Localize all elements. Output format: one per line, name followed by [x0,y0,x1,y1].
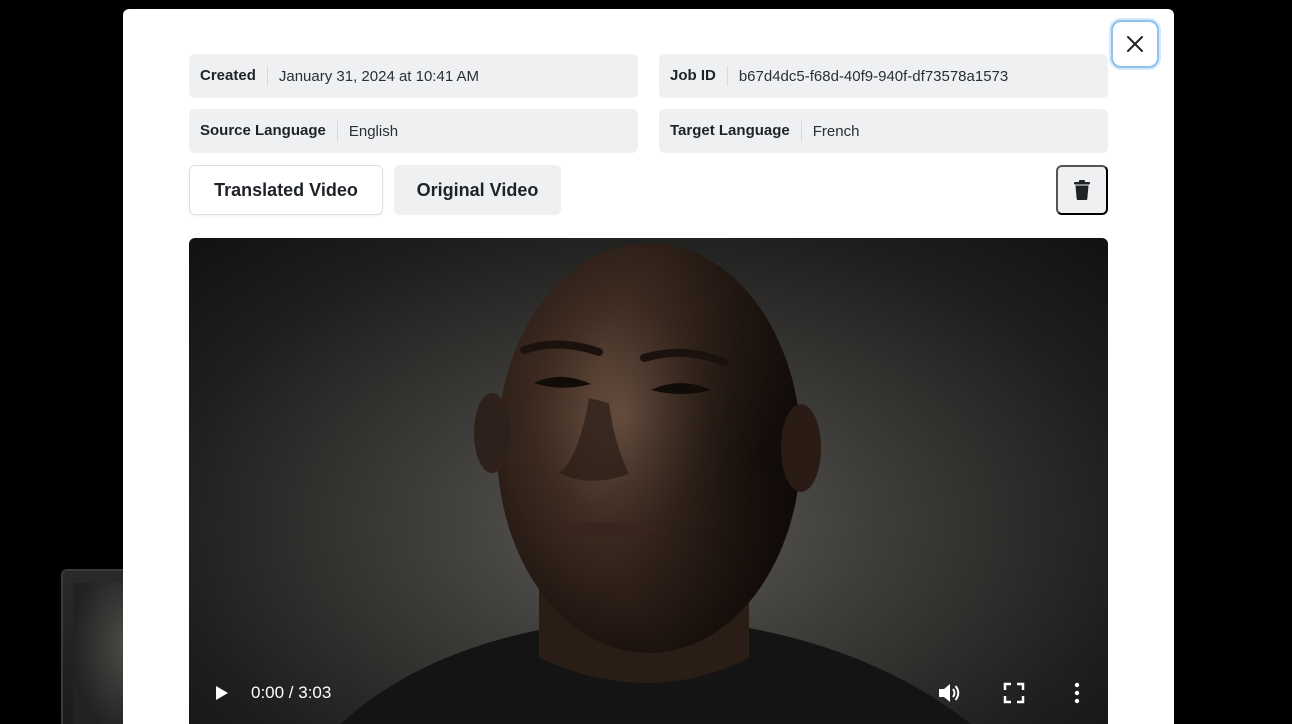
delete-job-button[interactable] [1056,165,1108,215]
source-language-value: English [348,122,399,140]
play-icon[interactable] [211,683,231,703]
volume-icon[interactable] [937,681,963,705]
target-language-value: French [812,122,860,140]
source-language-field: Source Language English [189,109,638,153]
video-controls: 0:00 / 3:03 [189,673,1108,713]
target-language-field: Target Language French [659,109,1108,153]
trash-icon [1074,180,1090,200]
job-details-modal: Created January 31, 2024 at 10:41 AM Job… [123,9,1174,724]
more-vertical-icon[interactable] [1069,682,1085,704]
target-language-label: Target Language [659,121,802,141]
fullscreen-icon[interactable] [1003,682,1025,704]
job-id-value: b67d4dc5-f68d-40f9-940f-df73578a1573 [738,67,1009,85]
tab-original-video[interactable]: Original Video [394,165,561,215]
created-value: January 31, 2024 at 10:41 AM [278,67,480,85]
job-id-label: Job ID [659,66,728,86]
job-id-field: Job ID b67d4dc5-f68d-40f9-940f-df73578a1… [659,54,1108,98]
time-display: 0:00 / 3:03 [251,683,332,702]
close-icon [1127,36,1143,52]
close-button[interactable] [1111,20,1159,68]
tab-translated-video[interactable]: Translated Video [189,165,383,215]
video-frame [340,243,971,724]
created-label: Created [189,66,268,86]
source-language-label: Source Language [189,121,338,141]
video-player[interactable]: 0:00 / 3:03 [189,238,1108,724]
created-field: Created January 31, 2024 at 10:41 AM [189,54,638,98]
